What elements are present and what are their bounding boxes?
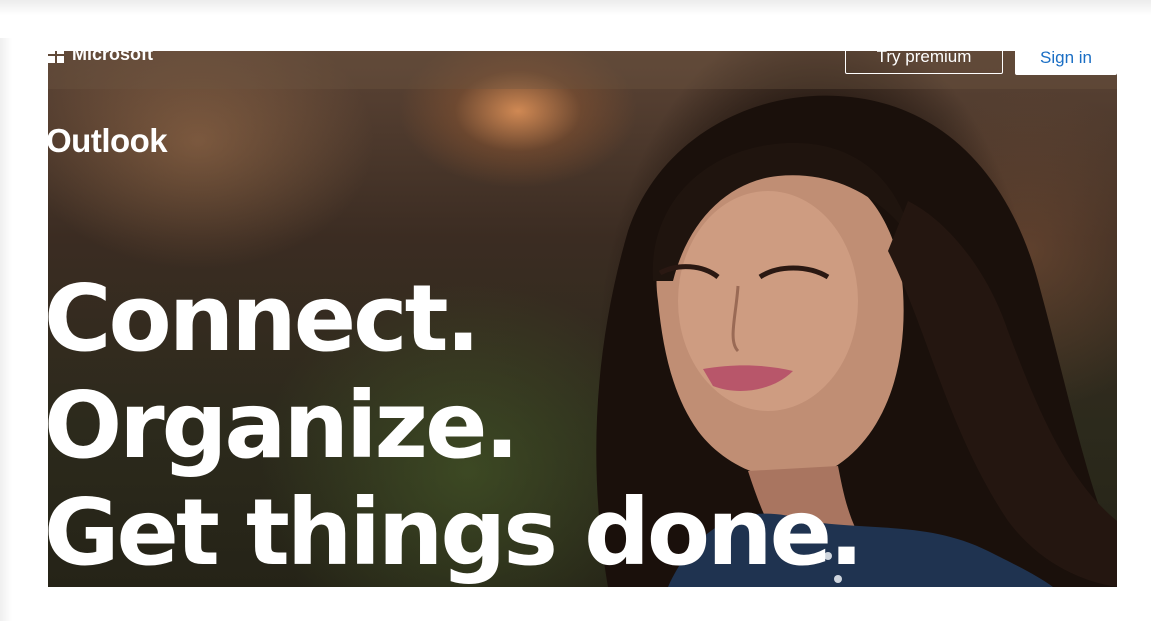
page: Microsoft Try premium Sign in Outlook Co… — [0, 0, 1151, 621]
headline-line-1: Connect. — [44, 265, 481, 372]
product-title: Outlook — [46, 122, 168, 159]
hero-headline: Connect. Organize. Get things done. — [44, 265, 864, 586]
try-premium-button[interactable]: Try premium — [845, 40, 1003, 74]
headline-line-2: Organize. — [44, 372, 519, 479]
browser-top-occlusion — [0, 0, 1151, 38]
headline-line-3: Get things done. — [44, 479, 864, 586]
brand-label: Microsoft — [72, 44, 153, 64]
microsoft-logo-icon — [48, 46, 64, 63]
sign-in-button[interactable]: Sign in — [1015, 40, 1117, 75]
microsoft-brand[interactable]: Microsoft — [48, 44, 153, 65]
window-frame-left — [0, 0, 12, 621]
